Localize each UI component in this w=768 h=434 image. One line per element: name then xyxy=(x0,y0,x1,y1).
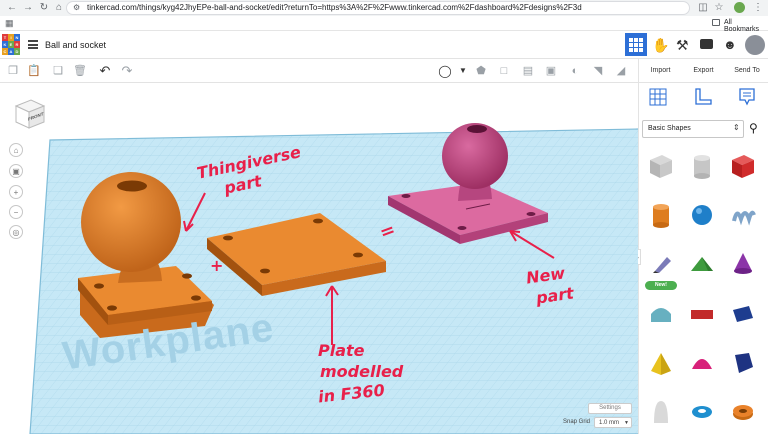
profile-avatar[interactable] xyxy=(734,2,745,13)
paraboloid-shape[interactable] xyxy=(643,393,679,429)
design-title[interactable]: Ball and socket xyxy=(45,40,106,50)
url-text: tinkercad.com/things/kyg42JhyEPe-ball-an… xyxy=(87,3,582,12)
box-shape[interactable] xyxy=(725,148,761,184)
cylinder-shape[interactable] xyxy=(643,197,679,233)
ruler-tool-icon[interactable] xyxy=(694,88,712,106)
briefcase-icon[interactable] xyxy=(700,39,713,49)
snap-grid-label: Snap Grid xyxy=(563,419,591,425)
3d-viewport[interactable]: Workplane Thingiverse part + = New part … xyxy=(0,83,638,434)
site-info-icon[interactable]: ⚙ xyxy=(73,3,80,12)
zoom-in-icon[interactable]: + xyxy=(9,185,23,199)
wedge-prism-shape[interactable] xyxy=(725,296,761,332)
cylinder-hole-shape[interactable] xyxy=(684,148,720,184)
add-user-icon[interactable]: ☻ xyxy=(723,37,737,52)
torus-shape[interactable] xyxy=(684,393,720,429)
shapes-panel: Import Export Send To Basic Shapes ⇕ ⚲ ❯… xyxy=(631,59,768,434)
user-avatar[interactable] xyxy=(745,35,765,55)
settings-button[interactable]: Settings xyxy=(588,403,632,414)
grid-icon xyxy=(629,37,643,52)
select-arrows-icon: ⇕ xyxy=(733,123,740,132)
snap-grid-value: 1.0 mm xyxy=(599,420,620,426)
redo-icon[interactable]: ↷ xyxy=(120,64,134,78)
group-icon[interactable]: ▣ xyxy=(544,64,558,78)
sim-lab-icon[interactable]: ✋ xyxy=(652,37,669,54)
mirror-icon[interactable]: ◐ xyxy=(568,64,582,78)
paste-icon[interactable]: 📋 xyxy=(27,64,41,78)
bookmarks-bar: ▦ All Bookmarks xyxy=(0,16,768,33)
folder-icon xyxy=(712,19,720,26)
import-button[interactable]: Import xyxy=(639,59,682,83)
notes-icon[interactable] xyxy=(738,87,756,107)
apps-grid-icon[interactable]: ▦ xyxy=(5,18,14,29)
back-icon[interactable]: ← xyxy=(6,2,18,14)
delete-icon[interactable]: 🗑 xyxy=(73,64,87,78)
chevron-down-icon[interactable]: ▼ xyxy=(456,64,470,78)
workplane-grid-icon[interactable] xyxy=(649,88,667,106)
annotation-modelled: modelled xyxy=(320,362,404,381)
3d-view-button[interactable] xyxy=(625,33,647,56)
browser-menu-icon[interactable]: ⋮ xyxy=(752,2,764,14)
light-bulb-icon[interactable]: ◯ xyxy=(438,64,452,78)
home-view-icon[interactable]: ⌂ xyxy=(9,143,23,157)
box-hole-shape[interactable] xyxy=(643,148,679,184)
align-icon[interactable]: ▤ xyxy=(521,64,535,78)
text-shape[interactable] xyxy=(684,296,720,332)
zoom-out-icon[interactable]: − xyxy=(9,205,23,219)
shape-tool-icon[interactable]: ⬟ xyxy=(474,64,488,78)
shape-generator-pen[interactable] xyxy=(643,245,679,281)
dropdown-arrow-icon: ▼ xyxy=(624,420,629,426)
projection-icon[interactable]: ◎ xyxy=(9,225,23,239)
annotation-plus: + xyxy=(210,256,224,275)
export-button[interactable]: Export xyxy=(682,59,725,83)
install-app-icon[interactable]: ◫ xyxy=(697,2,709,14)
annotation-plate: Plate xyxy=(318,341,365,360)
polygon-shape[interactable] xyxy=(725,345,761,381)
fit-view-icon[interactable]: ▣ xyxy=(9,164,23,178)
scribble-shape[interactable] xyxy=(725,197,761,233)
sphere-shape[interactable] xyxy=(684,197,720,233)
shape-library-select[interactable]: Basic Shapes ⇕ xyxy=(642,120,744,138)
workplane-scene xyxy=(29,123,638,434)
reload-icon[interactable]: ↻ xyxy=(38,2,50,14)
ruler-icon[interactable]: ◢ xyxy=(614,64,628,78)
pickaxe-icon[interactable]: ⚒ xyxy=(676,37,689,54)
address-bar[interactable]: ⚙ tinkercad.com/things/kyg42JhyEPe-ball-… xyxy=(66,1,690,15)
cruise-icon[interactable]: ◥ xyxy=(591,64,605,78)
copy-icon[interactable]: ❐ xyxy=(6,64,20,78)
app-header: TIN KER CAD Ball and socket ✋ ⚒ ☻ xyxy=(0,31,768,59)
shape-library-value: Basic Shapes xyxy=(648,125,691,132)
browser-toolbar: ← → ↻ ⌂ ⚙ tinkercad.com/things/kyg42JhyE… xyxy=(0,0,768,16)
cone-shape[interactable] xyxy=(725,245,761,281)
send-to-button[interactable]: Send To xyxy=(725,59,768,83)
half-cylinder-shape[interactable] xyxy=(643,296,679,332)
new-badge: New! xyxy=(645,281,677,290)
half-sphere-shape[interactable] xyxy=(684,345,720,381)
bookmark-star-icon[interactable]: ☆ xyxy=(713,2,725,14)
home-icon[interactable]: ⌂ xyxy=(53,2,65,14)
duplicate-icon[interactable]: ❏ xyxy=(51,64,65,78)
search-icon[interactable]: ⚲ xyxy=(749,121,758,135)
undo-icon[interactable]: ↶ xyxy=(98,64,112,78)
edit-toolbar: ❐ 📋 ❏ 🗑 ↶ ↷ ◯ ▼ ⬟ □ ▤ ▣ ◐ ◥ ◢ xyxy=(0,59,638,83)
pyramid-shape[interactable] xyxy=(643,345,679,381)
note-icon[interactable]: □ xyxy=(497,64,511,78)
tinkercad-logo[interactable]: TIN KER CAD xyxy=(2,34,20,56)
view-cube[interactable]: FRONT xyxy=(12,96,46,130)
forward-icon[interactable]: → xyxy=(22,2,34,14)
tube-shape[interactable] xyxy=(725,393,761,429)
design-menu-icon[interactable] xyxy=(28,40,38,49)
roof-shape[interactable] xyxy=(684,245,720,281)
snap-grid-select[interactable]: 1.0 mm ▼ xyxy=(594,417,632,428)
